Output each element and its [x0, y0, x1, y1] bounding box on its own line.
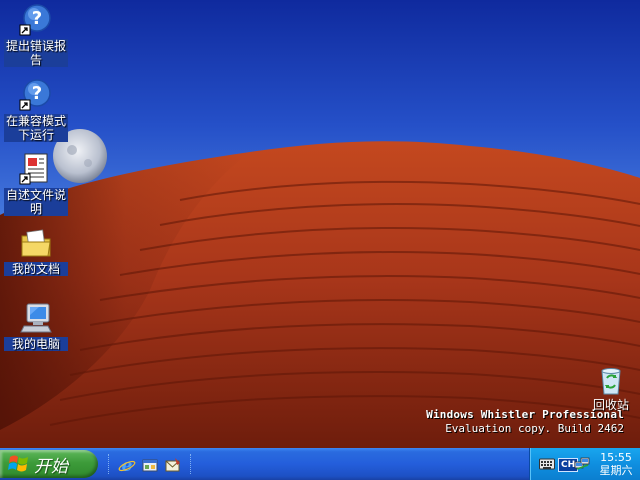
- windows-logo-icon: [8, 455, 28, 472]
- my-documents-icon: [21, 229, 51, 257]
- show-desktop-icon[interactable]: [141, 456, 159, 474]
- network-icon[interactable]: [574, 456, 590, 472]
- desktop-icon-label: 自述文件说明: [4, 188, 68, 216]
- taskbar[interactable]: 开始 e CH 15:55 星期六: [0, 448, 640, 480]
- build-watermark: Windows Whistler Professional Evaluation…: [426, 408, 624, 436]
- desktop-icon-compat-mode[interactable]: ? 在兼容模式下运行: [4, 78, 68, 142]
- desktop-icon-error-report[interactable]: ? 提出错误报告: [4, 3, 68, 67]
- build-product-name: Windows Whistler Professional: [426, 408, 624, 421]
- svg-text:?: ?: [32, 8, 42, 29]
- quick-launch-separator[interactable]: [190, 454, 193, 474]
- desktop[interactable]: ? 提出错误报告 ? 在兼容模式下运行 自述文件说明 我的文档 我的电脑 回收站…: [0, 0, 640, 448]
- start-button[interactable]: 开始: [0, 450, 98, 478]
- recycle-bin-icon: [601, 368, 621, 395]
- clock-day[interactable]: 星期六: [592, 464, 640, 477]
- desktop-icon-label: 提出错误报告: [4, 39, 68, 67]
- desktop-icon-my-computer[interactable]: 我的电脑: [4, 301, 68, 351]
- build-evaluation-copy: Evaluation copy. Build 2462: [445, 422, 624, 435]
- quick-launch-grip[interactable]: [108, 454, 111, 474]
- internet-explorer-icon[interactable]: e: [118, 456, 136, 474]
- desktop-icon-label: 我的文档: [4, 262, 68, 276]
- notification-area[interactable]: CH 15:55 星期六: [529, 448, 640, 480]
- document-shortcut-icon: [19, 153, 48, 185]
- help-shortcut-icon: ?: [19, 4, 51, 36]
- start-button-label: 开始: [34, 456, 68, 477]
- help-shortcut-icon: ?: [19, 79, 51, 111]
- outlook-express-icon[interactable]: [164, 456, 182, 474]
- desktop-icon-label: 在兼容模式下运行: [4, 114, 68, 142]
- clock-time[interactable]: 15:55: [592, 451, 640, 464]
- desktop-icon-readme[interactable]: 自述文件说明: [4, 152, 68, 216]
- svg-text:?: ?: [32, 83, 42, 104]
- desktop-icon-my-documents[interactable]: 我的文档: [4, 226, 68, 276]
- my-computer-icon: [20, 303, 52, 333]
- keyboard-icon[interactable]: [539, 458, 555, 470]
- desktop-icon-recycle-bin[interactable]: 回收站: [583, 364, 639, 412]
- desktop-icon-label: 我的电脑: [4, 337, 68, 351]
- wallpaper-dunes: [0, 129, 640, 448]
